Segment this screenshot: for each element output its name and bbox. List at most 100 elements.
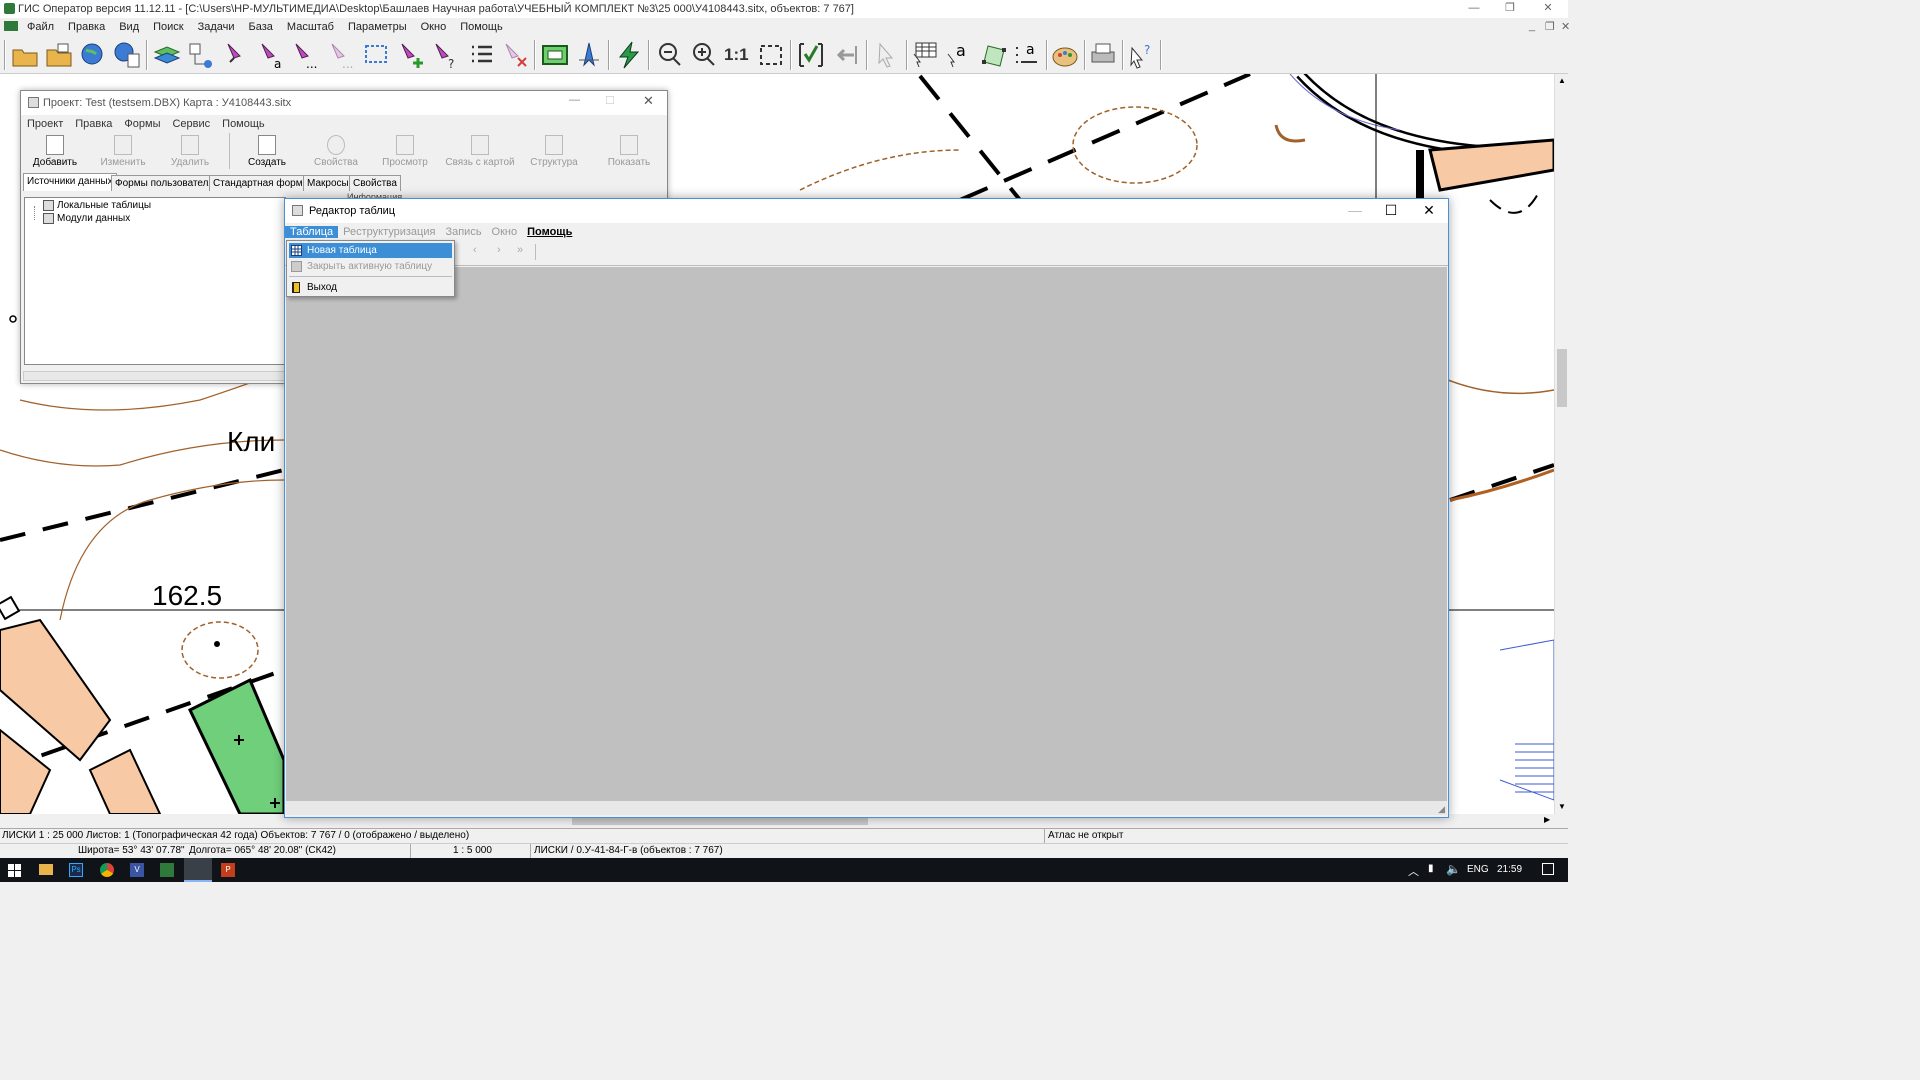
menu-item-close-active-table[interactable]: Закрыть активную таблицу bbox=[289, 259, 452, 274]
last-record-icon[interactable]: » bbox=[517, 244, 523, 256]
menu-parameters[interactable]: Параметры bbox=[341, 21, 414, 33]
structure-button[interactable]: Структура bbox=[527, 135, 581, 168]
zoom-in-icon[interactable] bbox=[688, 40, 718, 70]
marker-delete-icon[interactable] bbox=[500, 40, 530, 70]
properties-button[interactable]: Свойства bbox=[309, 135, 363, 168]
print-icon[interactable] bbox=[1088, 40, 1118, 70]
tab-properties[interactable]: Свойства bbox=[349, 175, 401, 191]
tab-data-sources[interactable]: Источники данных bbox=[23, 173, 117, 191]
menu-item-new-table[interactable]: Новая таблица bbox=[289, 243, 452, 258]
object-tree-icon[interactable] bbox=[186, 40, 216, 70]
menu-scale[interactable]: Масштаб bbox=[280, 21, 341, 33]
mdi-close-button[interactable]: ✕ bbox=[1554, 20, 1577, 33]
marker-text-icon[interactable]: a bbox=[256, 40, 286, 70]
menu-tasks[interactable]: Задачи bbox=[191, 21, 242, 33]
scroll-right-arrow-icon[interactable]: ▶ bbox=[1544, 815, 1550, 824]
list-icon[interactable] bbox=[466, 40, 496, 70]
zoom-extent-icon[interactable] bbox=[756, 40, 786, 70]
palette-icon[interactable] bbox=[1050, 40, 1080, 70]
project-menu-forms[interactable]: Формы bbox=[118, 118, 166, 130]
open-folder-icon[interactable] bbox=[10, 40, 40, 70]
text-pointer-icon[interactable]: a bbox=[944, 40, 974, 70]
pointer-icon[interactable] bbox=[872, 40, 902, 70]
windows-start-icon[interactable] bbox=[8, 864, 21, 877]
map-link-button[interactable]: Связь с картой bbox=[445, 135, 515, 168]
globe-document-icon[interactable] bbox=[112, 40, 142, 70]
project-menu-service[interactable]: Сервис bbox=[166, 118, 216, 130]
active-app-icon[interactable] bbox=[184, 858, 212, 882]
clock[interactable]: 21:59 bbox=[1497, 864, 1522, 875]
network-icon[interactable]: ▮ bbox=[1428, 863, 1434, 874]
next-record-icon[interactable]: › bbox=[497, 244, 501, 256]
notifications-icon[interactable] bbox=[1542, 863, 1554, 875]
preview-button[interactable]: Просмотр bbox=[379, 135, 431, 168]
menu-help[interactable]: Помощь bbox=[522, 226, 577, 238]
prior-record-icon[interactable]: ‹ bbox=[473, 244, 477, 256]
project-maximize-button[interactable]: ☐ bbox=[605, 94, 615, 107]
language-indicator[interactable]: ENG bbox=[1467, 864, 1489, 875]
marker-add-icon[interactable] bbox=[396, 40, 426, 70]
zoom-one-to-one-button[interactable]: 1:1 bbox=[724, 45, 749, 65]
add-button[interactable]: Добавить bbox=[29, 135, 81, 168]
lightning-icon[interactable] bbox=[614, 40, 644, 70]
marker-query-icon[interactable]: ? bbox=[430, 40, 460, 70]
hscroll-thumb[interactable] bbox=[572, 817, 868, 825]
volume-icon[interactable]: 🔈 bbox=[1446, 862, 1461, 876]
data-source-tree[interactable]: Локальные таблицы Модули данных bbox=[24, 197, 286, 365]
menu-restructure[interactable]: Реструктуризация bbox=[338, 226, 440, 238]
rectangle-select-icon[interactable] bbox=[362, 40, 392, 70]
table-pointer-icon[interactable] bbox=[910, 40, 940, 70]
resize-grip-icon[interactable]: ◢ bbox=[1438, 804, 1445, 815]
table-editor-client-area[interactable] bbox=[286, 267, 1447, 801]
map-frame-icon[interactable] bbox=[540, 40, 570, 70]
help-pointer-icon[interactable]: ? bbox=[1126, 40, 1156, 70]
minimize-button[interactable]: — bbox=[1458, 0, 1490, 18]
menu-window[interactable]: Окно bbox=[414, 21, 454, 33]
tab-standard-form[interactable]: Стандартная форма bbox=[209, 175, 313, 191]
project-minimize-button[interactable]: — bbox=[569, 94, 580, 106]
menu-edit[interactable]: Правка bbox=[61, 21, 112, 33]
polygon-edit-icon[interactable] bbox=[978, 40, 1008, 70]
file-explorer-icon[interactable] bbox=[39, 864, 53, 875]
text-list-icon[interactable]: a bbox=[1012, 40, 1042, 70]
edit-button[interactable]: Изменить bbox=[95, 135, 151, 168]
compass-icon[interactable] bbox=[574, 40, 604, 70]
menu-table[interactable]: Таблица bbox=[285, 225, 339, 238]
menu-help[interactable]: Помощь bbox=[453, 21, 510, 33]
menu-icon[interactable] bbox=[0, 20, 20, 34]
restore-button[interactable]: ❐ bbox=[1494, 0, 1526, 18]
layers-icon[interactable] bbox=[152, 40, 182, 70]
tab-user-forms[interactable]: Формы пользователя bbox=[111, 175, 218, 191]
menu-window[interactable]: Окно bbox=[487, 226, 523, 238]
menu-file[interactable]: Файл bbox=[20, 21, 61, 33]
scroll-thumb[interactable] bbox=[1557, 349, 1567, 407]
project-close-button[interactable]: ✕ bbox=[643, 93, 654, 109]
marker-more-icon[interactable]: ... bbox=[290, 40, 320, 70]
table-editor-maximize-button[interactable]: ☐ bbox=[1373, 199, 1409, 223]
tree-item-data-modules[interactable]: Модули данных bbox=[43, 213, 130, 224]
globe-add-icon[interactable] bbox=[78, 40, 108, 70]
open-project-icon[interactable] bbox=[44, 40, 74, 70]
project-menu-help[interactable]: Помощь bbox=[216, 118, 271, 130]
gis-app-icon[interactable] bbox=[160, 863, 174, 877]
delete-button[interactable]: Удалить bbox=[163, 135, 217, 168]
show-button[interactable]: Показать bbox=[601, 135, 657, 168]
tab-macros[interactable]: Макросы bbox=[303, 175, 353, 191]
scroll-down-arrow-icon[interactable]: ▼ bbox=[1558, 802, 1566, 811]
scroll-up-arrow-icon[interactable]: ▲ bbox=[1558, 76, 1566, 85]
table-editor-close-button[interactable]: ✕ bbox=[1411, 199, 1447, 223]
map-vertical-scrollbar[interactable]: ▲ ▼ bbox=[1554, 74, 1568, 814]
menu-view[interactable]: Вид bbox=[112, 21, 146, 33]
project-menu-project[interactable]: Проект bbox=[21, 118, 69, 130]
visio-icon[interactable]: V bbox=[130, 863, 144, 877]
tray-chevron-icon[interactable]: ︿ bbox=[1408, 863, 1419, 879]
photoshop-icon[interactable]: Ps bbox=[69, 863, 83, 877]
select-marker-icon[interactable] bbox=[222, 40, 252, 70]
marker-disabled-icon[interactable]: ... bbox=[326, 40, 356, 70]
chrome-icon[interactable] bbox=[100, 863, 114, 877]
menu-database[interactable]: База bbox=[242, 21, 280, 33]
tree-item-local-tables[interactable]: Локальные таблицы bbox=[43, 200, 151, 211]
menu-item-exit[interactable]: Выход bbox=[289, 280, 452, 295]
powerpoint-icon[interactable]: P bbox=[221, 863, 235, 877]
zoom-out-icon[interactable] bbox=[654, 40, 684, 70]
